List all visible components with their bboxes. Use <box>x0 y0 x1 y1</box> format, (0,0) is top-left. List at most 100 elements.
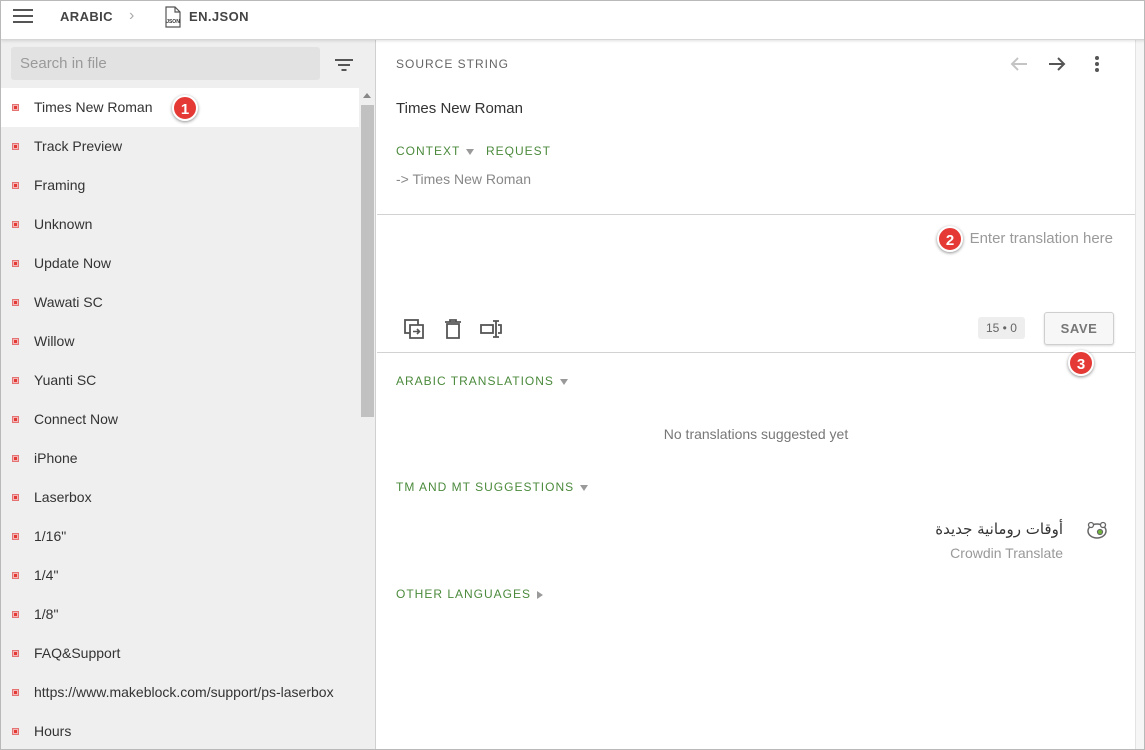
search-input[interactable] <box>11 47 320 80</box>
untranslated-status-icon <box>12 143 19 150</box>
app-window: ARABIC › JSON EN.JSON Times New Roman Tr… <box>0 0 1145 750</box>
list-item[interactable]: 1/4" <box>1 556 359 595</box>
list-item-label: Update Now <box>34 255 112 271</box>
untranslated-status-icon <box>12 533 19 540</box>
context-text: -> Times New Roman <box>396 171 531 187</box>
untranslated-status-icon <box>12 611 19 618</box>
editor-scrollbar[interactable] <box>1135 40 1144 749</box>
list-item[interactable]: FAQ&Support <box>1 634 359 673</box>
untranslated-status-icon <box>12 572 19 579</box>
divider <box>377 352 1135 353</box>
translation-input[interactable] <box>387 222 1122 312</box>
list-item-label: Times New Roman <box>34 99 153 115</box>
untranslated-status-icon <box>12 689 19 696</box>
list-item-label: Yuanti SC <box>34 372 97 388</box>
suggestion-source: Crowdin Translate <box>950 545 1063 561</box>
suggestion-text[interactable]: أوقات رومانية جديدة <box>877 520 1063 538</box>
annotation-marker-1: 1 <box>172 95 198 121</box>
untranslated-status-icon <box>12 260 19 267</box>
arrow-right-icon[interactable] <box>1046 53 1068 75</box>
caret-right-icon <box>537 590 544 599</box>
string-list-panel: Times New Roman Track Preview Framing Un… <box>1 40 376 749</box>
divider <box>377 214 1135 215</box>
list-item[interactable]: Hours <box>1 712 359 749</box>
caret-down-icon <box>580 484 589 491</box>
tm-mt-suggestions-label: TM AND MT SUGGESTIONS <box>396 480 575 494</box>
annotation-marker-3: 3 <box>1068 350 1094 376</box>
json-file-icon: JSON <box>165 6 181 28</box>
file-icon-text: JSON <box>166 19 180 25</box>
list-item-label: Hours <box>34 723 72 739</box>
empty-translations-message: No translations suggested yet <box>663 426 849 442</box>
untranslated-status-icon <box>12 455 19 462</box>
list-item[interactable]: iPhone <box>1 439 359 478</box>
other-languages-toggle[interactable]: OTHER LANGUAGES <box>396 587 544 601</box>
list-item-label: 1/16" <box>34 528 67 544</box>
caret-down-icon <box>466 148 475 155</box>
list-item[interactable]: Yuanti SC <box>1 361 359 400</box>
breadcrumb-file[interactable]: EN.JSON <box>189 9 249 24</box>
untranslated-status-icon <box>12 221 19 228</box>
save-button[interactable]: SAVE <box>1044 312 1114 345</box>
request-link[interactable]: REQUEST <box>486 144 551 158</box>
tm-mt-suggestions-toggle[interactable]: TM AND MT SUGGESTIONS <box>396 480 589 494</box>
breadcrumb-language[interactable]: ARABIC <box>60 9 113 24</box>
untranslated-status-icon <box>12 299 19 306</box>
annotation-marker-2: 2 <box>937 226 963 252</box>
list-item[interactable]: Connect Now <box>1 400 359 439</box>
list-item-label: Wawati SC <box>34 294 103 310</box>
list-item-label: Connect Now <box>34 411 119 427</box>
untranslated-status-icon <box>12 650 19 657</box>
source-string-text: Times New Roman <box>396 100 523 117</box>
string-list: Times New Roman Track Preview Framing Un… <box>1 88 359 749</box>
list-item[interactable]: 1/8" <box>1 595 359 634</box>
source-string-header: SOURCE STRING <box>396 57 510 71</box>
list-item[interactable]: Update Now <box>1 244 359 283</box>
list-item[interactable]: Unknown <box>1 205 359 244</box>
filter-icon[interactable] <box>334 57 354 73</box>
list-item[interactable]: https://www.makeblock.com/support/ps-las… <box>1 673 359 712</box>
list-item-label: 1/4" <box>34 567 59 583</box>
context-label: CONTEXT <box>396 144 461 158</box>
list-item-label: FAQ&Support <box>34 645 121 661</box>
top-bar: ARABIC › JSON EN.JSON <box>1 1 1144 40</box>
list-item[interactable]: Track Preview <box>1 127 359 166</box>
untranslated-status-icon <box>12 494 19 501</box>
copy-source-icon[interactable] <box>402 317 426 341</box>
text-cursor-icon[interactable] <box>479 317 503 341</box>
arabic-translations-label: ARABIC TRANSLATIONS <box>396 374 554 388</box>
arabic-translations-toggle[interactable]: ARABIC TRANSLATIONS <box>396 374 568 388</box>
other-languages-label: OTHER LANGUAGES <box>396 587 532 601</box>
list-item-label: Willow <box>34 333 75 349</box>
list-item-label: Track Preview <box>34 138 123 154</box>
menu-icon[interactable] <box>13 9 33 25</box>
list-item-label: iPhone <box>34 450 78 466</box>
list-item[interactable]: 1/16" <box>1 517 359 556</box>
list-item[interactable]: Framing <box>1 166 359 205</box>
list-item-label: 1/8" <box>34 606 59 622</box>
arrow-left-icon[interactable] <box>1008 53 1030 75</box>
untranslated-status-icon <box>12 182 19 189</box>
list-item[interactable]: Wawati SC <box>1 283 359 322</box>
machine-translation-icon <box>1087 521 1107 539</box>
editor-panel: SOURCE STRING Times New Roman CONTEXT RE… <box>377 40 1135 749</box>
more-vert-icon[interactable] <box>1088 53 1106 75</box>
list-item[interactable]: Laserbox <box>1 478 359 517</box>
chevron-right-icon: › <box>129 7 135 24</box>
caret-down-icon <box>559 378 568 385</box>
list-item-label: https://www.makeblock.com/support/ps-las… <box>34 684 334 700</box>
character-counter: 15 • 0 <box>978 317 1025 339</box>
list-item-label: Framing <box>34 177 86 193</box>
list-item-label: Unknown <box>34 216 93 232</box>
untranslated-status-icon <box>12 338 19 345</box>
untranslated-status-icon <box>12 728 19 735</box>
list-item[interactable]: Willow <box>1 322 359 361</box>
untranslated-status-icon <box>12 377 19 384</box>
untranslated-status-icon <box>12 416 19 423</box>
trash-icon[interactable] <box>441 317 465 341</box>
context-toggle[interactable]: CONTEXT <box>396 144 475 158</box>
scroll-up-arrow-icon[interactable] <box>363 93 371 98</box>
list-scrollbar-thumb[interactable] <box>361 105 374 417</box>
list-item-label: Laserbox <box>34 489 92 505</box>
untranslated-status-icon <box>12 104 19 111</box>
